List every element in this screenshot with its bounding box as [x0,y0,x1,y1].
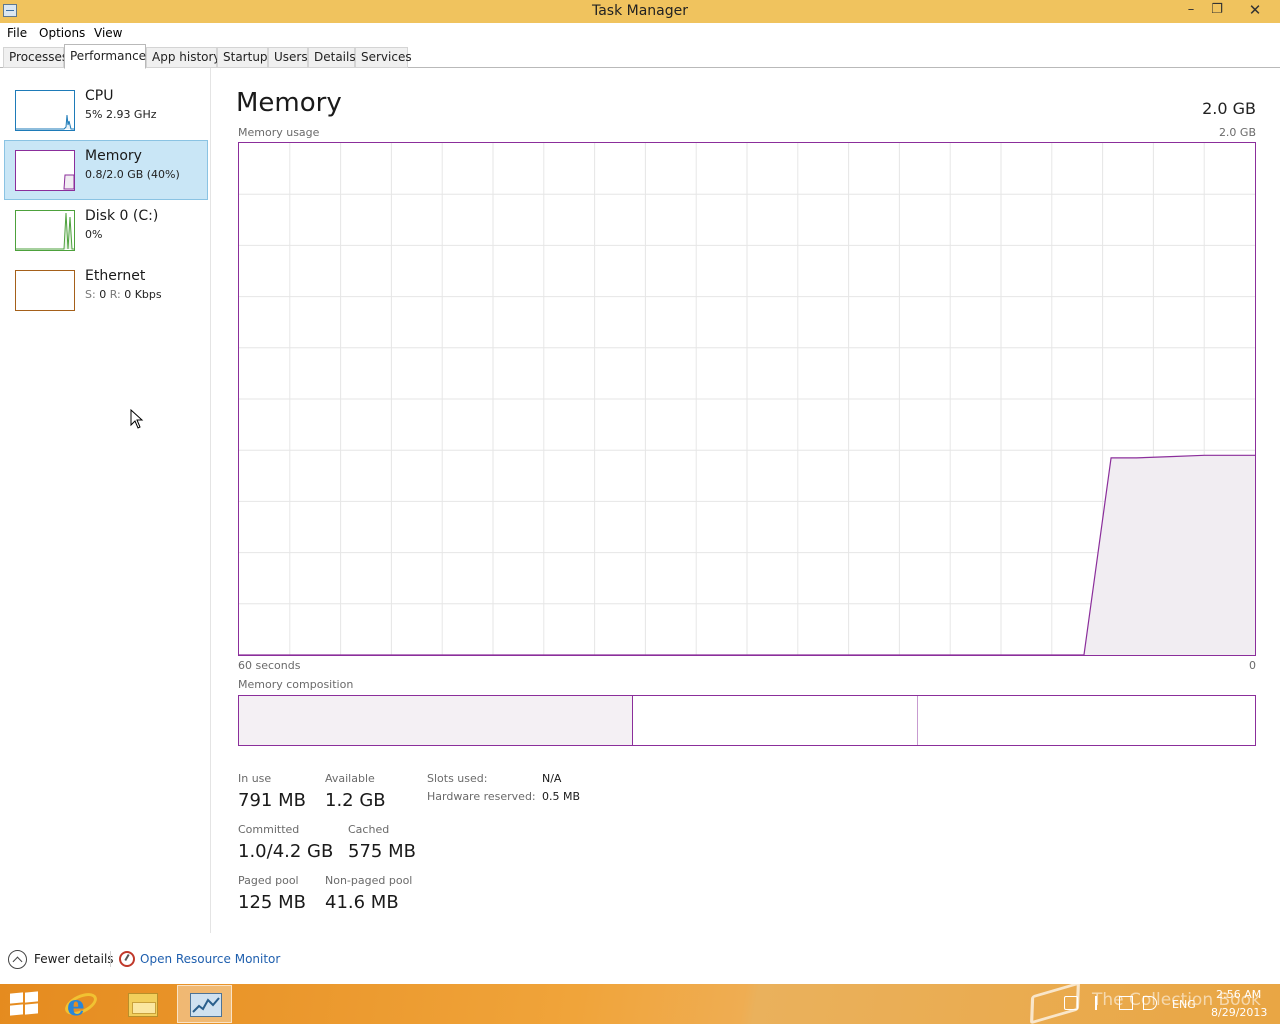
page-title: Memory [236,88,342,118]
hardware-reserved-label: Hardware reserved: [427,790,536,803]
sidebar-item-detail: S: 0 R: 0 Kbps [85,288,162,301]
menu-options[interactable]: Options [39,26,85,40]
tab-app-history[interactable]: App history [146,47,221,68]
windows-start-icon[interactable] [10,991,38,1016]
sidebar-item-label: Ethernet [85,268,146,284]
memory-usage-max: 2.0 GB [1218,126,1256,139]
non-paged-pool-value: 41.6 MB [325,892,399,913]
sidebar-item-detail: 0.8/2.0 GB (40%) [85,168,180,181]
close-button[interactable]: ✕ [1240,0,1270,21]
folder-icon [128,993,158,1017]
available-value: 1.2 GB [325,790,386,811]
memory-usage-plot [239,143,1255,655]
cached-value: 575 MB [348,841,416,862]
memory-composition-label: Memory composition [238,678,354,691]
in-use-label: In use [238,772,272,785]
composition-standby [633,696,918,745]
non-paged-pool-label: Non-paged pool [325,874,413,887]
tab-processes[interactable]: Processes [3,47,68,68]
menu-bar: File Options View [0,23,1280,44]
internet-explorer-icon: e [67,989,85,1022]
taskbar-task-manager[interactable] [177,985,232,1023]
in-use-value: 791 MB [238,790,306,811]
composition-free [918,696,1255,745]
tab-details[interactable]: Details [308,47,356,68]
memory-composition-bar [238,695,1256,746]
sidebar-item-label: CPU [85,88,114,104]
committed-value: 1.0/4.2 GB [238,841,334,862]
tab-services[interactable]: Services [355,47,412,68]
taskbar-file-explorer[interactable] [115,985,170,1023]
committed-label: Committed [238,823,300,836]
clock-date[interactable]: 8/29/2013 [1211,1006,1267,1019]
tab-users[interactable]: Users [268,47,308,68]
sidebar-item-label: Memory [85,148,142,164]
input-language-indicator[interactable]: ENG [1172,998,1196,1011]
maximize-button[interactable]: ❐ [1203,0,1231,21]
chevron-up-icon[interactable] [8,950,27,969]
paged-pool-label: Paged pool [238,874,299,887]
sidebar-item-memory[interactable]: Memory 0.8/2.0 GB (40%) [4,140,208,200]
cpu-thumbnail-graph [15,90,75,131]
minimize-button[interactable]: – [1177,0,1205,21]
footer-bar: Fewer details Open Resource Monitor [0,945,1280,975]
sidebar-item-detail: 0% [85,228,103,241]
sidebar-item-cpu[interactable]: CPU 5% 2.93 GHz [4,80,208,140]
disk-thumbnail-graph [15,210,75,251]
paged-pool-value: 125 MB [238,892,306,913]
task-manager-icon [190,993,222,1017]
tab-strip: Processes Performance App history Startu… [0,44,1280,69]
memory-usage-label: Memory usage [238,126,320,139]
sidebar-item-disk[interactable]: Disk 0 (C:) 0% [4,200,208,260]
taskbar-internet-explorer[interactable]: e [53,985,108,1023]
memory-thumbnail-graph [15,150,75,191]
x-axis-right-label: 0 [1249,659,1256,672]
memory-total: 2.0 GB [1202,99,1256,118]
window-title: Task Manager [591,3,689,19]
sidebar-item-label: Disk 0 (C:) [85,208,159,224]
x-axis-left-label: 60 seconds [238,659,301,672]
network-icon[interactable] [1119,996,1133,1010]
volume-icon[interactable] [1143,996,1157,1010]
menu-view[interactable]: View [94,26,122,40]
fewer-details-button[interactable]: Fewer details [34,952,114,966]
send-value: 0 [99,288,107,301]
slots-used-value: N/A [542,772,562,785]
available-label: Available [325,772,375,785]
memory-usage-chart [238,142,1256,656]
ethernet-thumbnail-graph [15,270,75,311]
title-bar: Task Manager – ❐ ✕ [0,0,1280,23]
resource-list: CPU 5% 2.93 GHz Memory 0.8/2.0 GB (40%) … [0,68,211,933]
menu-file[interactable]: File [7,26,27,40]
send-label: S: [85,288,96,301]
tab-startup[interactable]: Startup [217,47,268,68]
show-hidden-icons-icon[interactable] [1064,996,1078,1010]
sidebar-item-ethernet[interactable]: Ethernet S: 0 R: 0 Kbps [4,260,208,320]
clock-time[interactable]: 2:56 AM [1216,988,1261,1001]
hardware-reserved-value: 0.5 MB [542,790,581,803]
composition-in-use [239,696,633,745]
mouse-cursor-icon [130,409,144,429]
slots-used-label: Slots used: [427,772,488,785]
tab-performance[interactable]: Performance [64,44,146,69]
receive-label: R: [109,288,121,301]
action-center-flag-icon[interactable] [1095,996,1109,1010]
footer-divider [110,951,111,967]
taskbar: e The Collection Book ENG 2:56 AM 8/29/2… [0,981,1280,1024]
open-resource-monitor-link[interactable]: Open Resource Monitor [140,952,280,966]
cached-label: Cached [348,823,390,836]
resource-monitor-icon [119,951,135,967]
receive-value: 0 Kbps [124,288,162,301]
sidebar-item-detail: 5% 2.93 GHz [85,108,157,121]
